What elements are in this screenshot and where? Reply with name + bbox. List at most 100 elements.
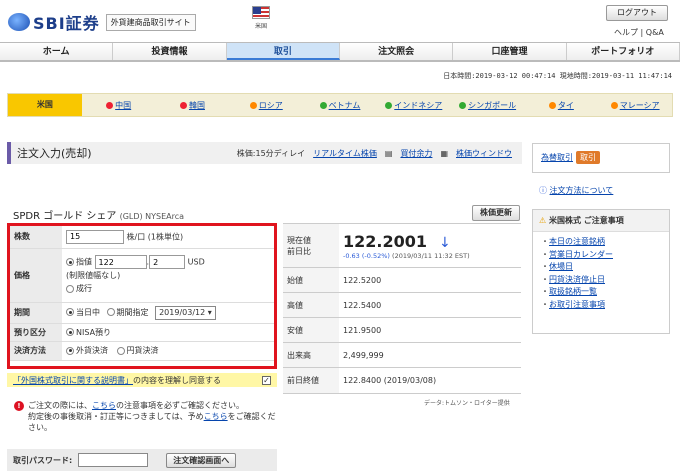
country-tab-russia[interactable]: ロシア — [229, 100, 303, 111]
buying-power-link[interactable]: 買付余力 — [400, 148, 432, 159]
agree-checkbox[interactable]: ✓ — [262, 375, 271, 385]
country-label[interactable]: マレーシア — [620, 101, 660, 110]
nav-trade[interactable]: 取引 — [226, 43, 340, 60]
order-header: 注文入力(売却) 株価:15分ディレイ リアルタイム株価 ▤ 買付余力 ▦ 株価… — [7, 142, 522, 164]
warning-text: 約定後の事後取消・訂正等につきましては、予め — [28, 412, 204, 421]
price-window-link[interactable]: 株価ウィンドウ — [456, 148, 512, 159]
order-warning: ! ご注文の際には、こちらの注意事項を必ずご確認ください。 約定後の事後取消・訂… — [14, 400, 276, 433]
country-label[interactable]: 中国 — [115, 101, 131, 110]
qty-input[interactable] — [66, 229, 124, 244]
exchange-button[interactable]: 取引 — [576, 151, 600, 164]
low-value: 121.9500 — [339, 317, 521, 343]
country-tab-singapore[interactable]: シンガポール — [451, 100, 525, 111]
limit-radio[interactable] — [66, 258, 74, 266]
password-input[interactable] — [78, 453, 149, 467]
country-label[interactable]: ロシア — [259, 101, 283, 110]
bullet-icon — [548, 101, 556, 109]
nav-home[interactable]: ホーム — [0, 43, 114, 60]
prev-close-label: 前日終値 — [283, 367, 339, 394]
sbi-logo[interactable]: SBI証券 外貨建商品取引サイト — [8, 10, 196, 34]
price-change: -0.63 (-0.52%) — [343, 251, 390, 260]
help-link[interactable]: ヘルプ — [614, 28, 638, 37]
refresh-price-button[interactable]: 株価更新 — [472, 205, 520, 221]
range-note: (制限値幅なし) — [66, 271, 121, 280]
country-label[interactable]: 韓国 — [189, 101, 205, 110]
country-tab-us[interactable]: 米国 — [8, 94, 82, 116]
nisa-radio[interactable] — [66, 328, 74, 336]
cancel-notes-link[interactable]: こちら — [204, 412, 228, 421]
notice-link[interactable]: お取引注意事項 — [549, 300, 605, 309]
nav-account[interactable]: 口座管理 — [453, 43, 567, 60]
today-radio[interactable] — [66, 308, 74, 316]
country-tab-indonesia[interactable]: インドネシア — [377, 100, 451, 111]
term-label: 期間 — [10, 302, 62, 324]
country-tabs: 米国 中国 韓国 ロシア ベトナム インドネシア シンガポール タイ マレーシア — [7, 93, 673, 117]
jpy-settle-label: 円貨決済 — [126, 346, 159, 355]
password-row: 取引パスワード: 注文確認画面へ — [7, 449, 277, 471]
market-label: 成行 — [76, 284, 92, 293]
nav-order-inquiry[interactable]: 注文照会 — [340, 43, 454, 60]
change-time: (2019/03/11 11:32 EST) — [392, 251, 470, 260]
stock-name-text: SPDR ゴールド シェア — [13, 211, 117, 222]
realtime-price-link[interactable]: リアルタイム株価 — [313, 148, 377, 159]
sbi-logo-icon — [8, 13, 30, 31]
howto-link[interactable]: 注文方法について — [550, 186, 614, 195]
exchange-link[interactable]: 為替取引 — [541, 153, 573, 162]
jpy-settle-radio[interactable] — [116, 346, 125, 355]
bullet-icon — [319, 101, 327, 109]
notice-link[interactable]: 休場日 — [549, 262, 573, 271]
country-tab-korea[interactable]: 韓国 — [156, 100, 230, 111]
term-specify-label: 期間指定 — [116, 307, 149, 317]
confirm-order-button[interactable]: 注文確認画面へ — [166, 452, 237, 468]
notice-link[interactable]: 本日の注意銘柄 — [549, 237, 605, 246]
country-label[interactable]: インドネシア — [394, 101, 442, 110]
down-arrow-icon: ↓ — [439, 234, 451, 251]
logout-button[interactable]: ログアウト — [606, 5, 668, 21]
flag-label: 米国 — [254, 23, 267, 30]
country-flag[interactable]: 米国 — [252, 6, 270, 30]
quote-panel: 現在値 前日比 122.2001 ↓ -0.63 (-0.52%) (2019/03… — [283, 223, 521, 395]
fx-settle-radio[interactable] — [66, 346, 74, 355]
country-tab-china[interactable]: 中国 — [82, 100, 156, 111]
notice-link[interactable]: 取扱銘柄一覧 — [549, 287, 597, 296]
current-label: 現在値 — [287, 235, 311, 245]
nav-portfolio[interactable]: ポートフォリオ — [567, 43, 680, 60]
currency-label: USD — [187, 257, 205, 267]
bullet-icon — [106, 101, 114, 109]
notice-link[interactable]: 営業日カレンダー — [549, 250, 613, 259]
country-label[interactable]: ベトナム — [329, 101, 361, 110]
chart-window-icon: ▦ — [440, 148, 448, 158]
calculator-icon: ▤ — [384, 148, 393, 158]
country-tab-malaysia[interactable]: マレーシア — [598, 100, 672, 111]
low-label: 安値 — [283, 317, 339, 343]
price-int-input[interactable] — [94, 255, 147, 269]
price-dec-input[interactable] — [149, 255, 186, 269]
nav-investment-info[interactable]: 投資情報 — [113, 43, 227, 60]
country-label[interactable]: タイ — [558, 101, 574, 110]
volume-label: 出来高 — [283, 342, 339, 368]
notice-link[interactable]: 円貨決済停止日 — [549, 275, 605, 284]
country-label[interactable]: シンガポール — [468, 101, 516, 110]
volume-value: 2,499,999 — [339, 342, 521, 368]
notes-link[interactable]: こちら — [92, 401, 116, 410]
nisa-label: NISA預り — [76, 327, 112, 337]
open-value: 122.5200 — [339, 267, 521, 293]
bullet-icon — [179, 101, 187, 109]
country-tab-vietnam[interactable]: ベトナム — [303, 100, 377, 111]
bullet-icon — [610, 101, 618, 109]
order-form: 株数 株/口 (1株単位) 価格 指値 . USD (制限値幅なし) 成行 期間… — [7, 223, 277, 369]
howto: ⓘ 注文方法について — [539, 185, 613, 196]
qty-label: 株数 — [10, 226, 62, 249]
country-tab-thailand[interactable]: タイ — [524, 100, 598, 111]
bullet-icon — [385, 101, 393, 109]
main-nav: ホーム 投資情報 取引 注文照会 口座管理 ポートフォリオ — [0, 42, 680, 62]
notice-title: 米国株式 ご注意事項 — [548, 216, 624, 225]
market-radio[interactable] — [66, 284, 74, 293]
term-date-value: 2019/03/12 — [159, 307, 206, 317]
high-label: 高値 — [283, 292, 339, 318]
term-specify-radio[interactable] — [106, 308, 115, 316]
help-links: ヘルプ | Q&A — [614, 27, 664, 38]
qa-link[interactable]: Q&A — [646, 28, 664, 37]
term-date-select[interactable]: 2019/03/12 ▾ — [155, 305, 216, 320]
prospectus-link[interactable]: 「外国株式取引に関する説明書」 — [13, 375, 133, 386]
